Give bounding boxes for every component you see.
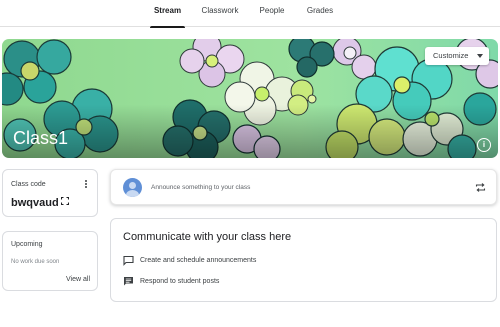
class-code-label: Class code (11, 181, 46, 188)
tab-people[interactable]: People (256, 0, 288, 27)
tab-bar: Stream Classwork People Grades (0, 0, 500, 28)
repost-icon[interactable] (475, 182, 486, 193)
customize-label: Customize (433, 51, 469, 60)
banner-illustration (2, 39, 498, 158)
fullscreen-icon[interactable] (61, 197, 69, 205)
comment-icon (124, 277, 133, 286)
tab-classwork[interactable]: Classwork (200, 0, 240, 27)
announce-box[interactable]: Announce something to your class (110, 169, 497, 205)
info-icon[interactable]: i (477, 138, 491, 152)
view-all-link[interactable]: View all (66, 276, 90, 283)
tab-stream[interactable]: Stream (150, 0, 185, 28)
communicate-item-label: Create and schedule announcements (140, 257, 257, 264)
upcoming-title: Upcoming (11, 241, 43, 248)
communicate-card: Communicate with your class here Create … (110, 218, 497, 302)
tab-grades[interactable]: Grades (303, 0, 337, 27)
caret-down-icon (477, 54, 483, 58)
communicate-title: Communicate with your class here (123, 231, 292, 243)
class-name: Class1 (13, 128, 69, 148)
customize-button[interactable]: Customize (425, 47, 489, 65)
upcoming-card: Upcoming No work due soon View all (2, 231, 98, 291)
class-code-value: bwqvaud (11, 197, 59, 209)
avatar-icon (123, 178, 142, 197)
class-code-card: Class code bwqvaud (2, 169, 98, 217)
communicate-item-label: Respond to student posts (140, 278, 220, 285)
announce-input[interactable]: Announce something to your class (151, 184, 250, 191)
class-banner: Customize Class1 i (2, 39, 498, 158)
announcement-icon (123, 255, 134, 266)
more-vert-icon[interactable] (83, 179, 89, 191)
upcoming-empty-text: No work due soon (11, 259, 60, 265)
